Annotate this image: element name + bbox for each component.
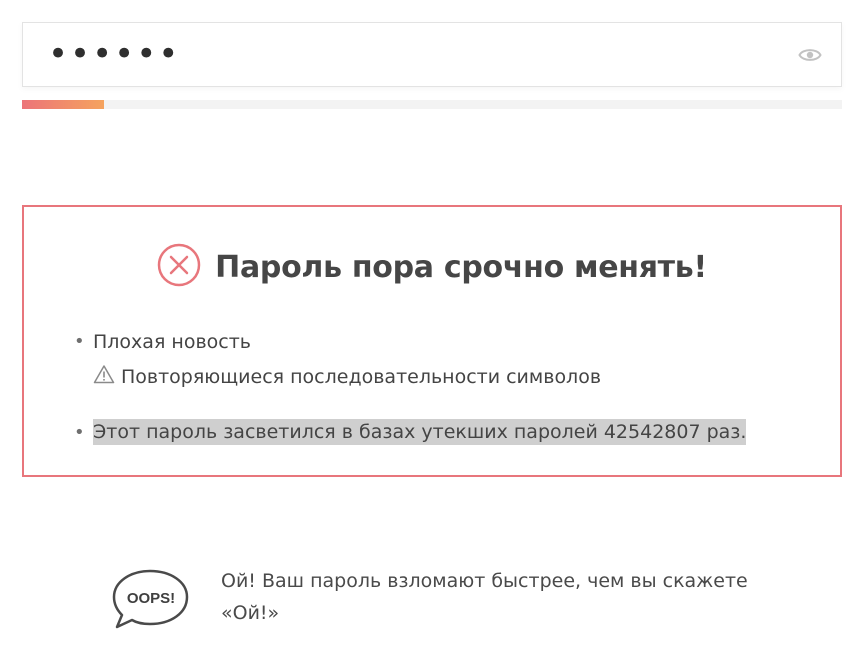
password-check-page: •••••• Пароль пора срочно менять! Плохая…	[0, 0, 855, 653]
alert-panel: Пароль пора срочно менять! Плохая новост…	[22, 205, 842, 477]
strength-meter	[22, 100, 842, 109]
speech-bubble-icon: OOPS!	[110, 566, 190, 634]
warning-triangle-icon	[93, 364, 115, 389]
list-item-label: Плохая новость	[93, 331, 251, 353]
tip-line-1: Ой! Ваш пароль взломают быстрее, чем вы …	[221, 570, 748, 592]
password-input[interactable]: ••••••	[22, 22, 842, 87]
bubble-text: OOPS!	[127, 590, 175, 607]
tip-text: Ой! Ваш пароль взломают быстрее, чем вы …	[221, 565, 781, 629]
strength-meter-fill	[22, 100, 104, 109]
list-item-sub-label: Повторяющиеся последовательности символо…	[121, 365, 602, 388]
list-item: Плохая новость Повторяющиеся последовате…	[72, 329, 746, 389]
list-item-sub: Повторяющиеся последовательности символо…	[93, 364, 746, 389]
breach-count-text: Этот пароль засветился в базах утекших п…	[93, 419, 747, 445]
eye-icon[interactable]	[797, 44, 823, 66]
tip-line-2: «Ой!»	[221, 602, 280, 624]
list-item: Этот пароль засветился в базах утекших п…	[72, 417, 747, 448]
alert-list: Плохая новость Повторяющиеся последовате…	[72, 329, 747, 448]
alert-title: Пароль пора срочно менять!	[215, 249, 707, 285]
alert-header: Пароль пора срочно менять!	[24, 243, 840, 291]
password-masked-value: ••••••	[48, 34, 181, 74]
error-circle-x-icon	[157, 243, 201, 291]
